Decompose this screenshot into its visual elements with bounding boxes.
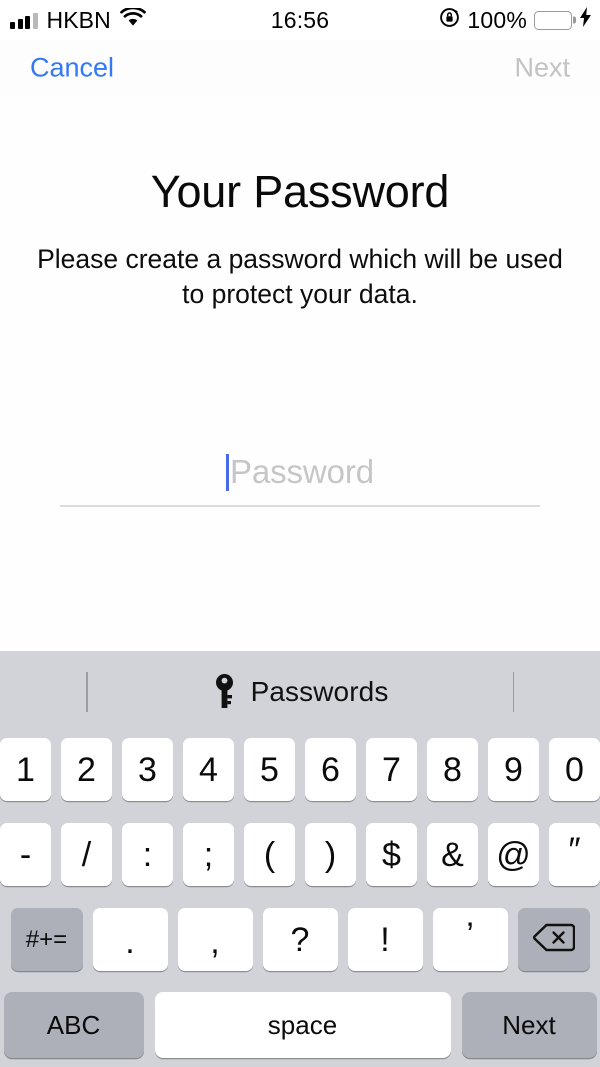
key-colon[interactable]: :: [122, 823, 173, 886]
toolbar-divider-left: [86, 672, 88, 712]
key-icon: [212, 673, 237, 712]
battery-icon: [534, 10, 572, 30]
field-underline: [60, 505, 540, 507]
keyboard-row-punctuation: #+= . , ? ! ’: [5, 903, 595, 976]
battery-percent-label: 100%: [467, 6, 527, 33]
key-dollar[interactable]: $: [366, 823, 417, 886]
key-2[interactable]: 2: [61, 738, 112, 801]
key-exclamation[interactable]: !: [347, 908, 423, 971]
key-paren-open[interactable]: (: [244, 823, 295, 886]
password-input[interactable]: Password: [60, 448, 540, 496]
key-semicolon[interactable]: ;: [183, 823, 234, 886]
key-apostrophe[interactable]: ’: [432, 908, 508, 971]
key-6[interactable]: 6: [305, 738, 356, 801]
key-comma[interactable]: ,: [177, 908, 253, 971]
key-1[interactable]: 1: [0, 738, 51, 801]
symbols-toggle-key[interactable]: #+=: [10, 908, 83, 971]
key-double-quote[interactable]: ″: [549, 823, 600, 886]
password-placeholder: Password: [229, 453, 375, 490]
key-9[interactable]: 9: [488, 738, 539, 801]
page-subtitle: Please create a password which will be u…: [37, 244, 563, 309]
key-4[interactable]: 4: [183, 738, 234, 801]
text-caret: [225, 453, 229, 491]
passwords-autofill-label: Passwords: [250, 676, 389, 707]
keyboard-row-bottom: ABC space Next: [3, 988, 597, 1062]
key-5[interactable]: 5: [244, 738, 295, 801]
key-3[interactable]: 3: [122, 738, 173, 801]
keyboard-toolbar: Passwords: [0, 651, 600, 733]
key-8[interactable]: 8: [427, 738, 478, 801]
key-7[interactable]: 7: [366, 738, 417, 801]
return-next-key[interactable]: Next: [461, 992, 597, 1058]
status-bar: HKBN 16:56 100%: [0, 0, 600, 40]
backspace-key[interactable]: [517, 908, 590, 971]
space-key[interactable]: space: [154, 992, 451, 1058]
key-question[interactable]: ?: [262, 908, 338, 971]
status-bar-right: 100%: [439, 7, 592, 34]
backspace-icon: [532, 922, 575, 958]
key-at[interactable]: @: [488, 823, 539, 886]
navigation-bar: Cancel Next: [0, 40, 600, 96]
keyboard-row-symbols: - / : ; ( ) $ & @ ″: [0, 818, 600, 891]
passwords-autofill-button[interactable]: Passwords: [212, 673, 389, 712]
iphone-screen: HKBN 16:56 100% Cancel Next Your Passwor…: [0, 0, 600, 1067]
key-slash[interactable]: /: [61, 823, 112, 886]
onscreen-keyboard: Passwords 1 2 3 4 5 6 7 8 9 0 - / : ; (…: [0, 651, 600, 1067]
content-area: Your Password Please create a password w…: [0, 96, 600, 651]
key-0[interactable]: 0: [549, 738, 600, 801]
key-paren-close[interactable]: ): [305, 823, 356, 886]
key-ampersand[interactable]: &: [427, 823, 478, 886]
keyboard-rows: 1 2 3 4 5 6 7 8 9 0 - / : ; ( ) $ & @ ″ …: [0, 733, 600, 1062]
abc-key[interactable]: ABC: [3, 992, 144, 1058]
password-field-wrapper[interactable]: Password: [60, 448, 540, 507]
rotation-lock-icon: [439, 7, 460, 34]
toolbar-divider-right: [512, 672, 514, 712]
cancel-button[interactable]: Cancel: [28, 49, 116, 88]
keyboard-row-numbers: 1 2 3 4 5 6 7 8 9 0: [0, 733, 600, 806]
key-hyphen[interactable]: -: [0, 823, 51, 886]
next-button[interactable]: Next: [512, 49, 572, 88]
lightning-bolt-icon: [579, 7, 592, 33]
key-period[interactable]: .: [92, 908, 168, 971]
page-title: Your Password: [150, 166, 450, 217]
